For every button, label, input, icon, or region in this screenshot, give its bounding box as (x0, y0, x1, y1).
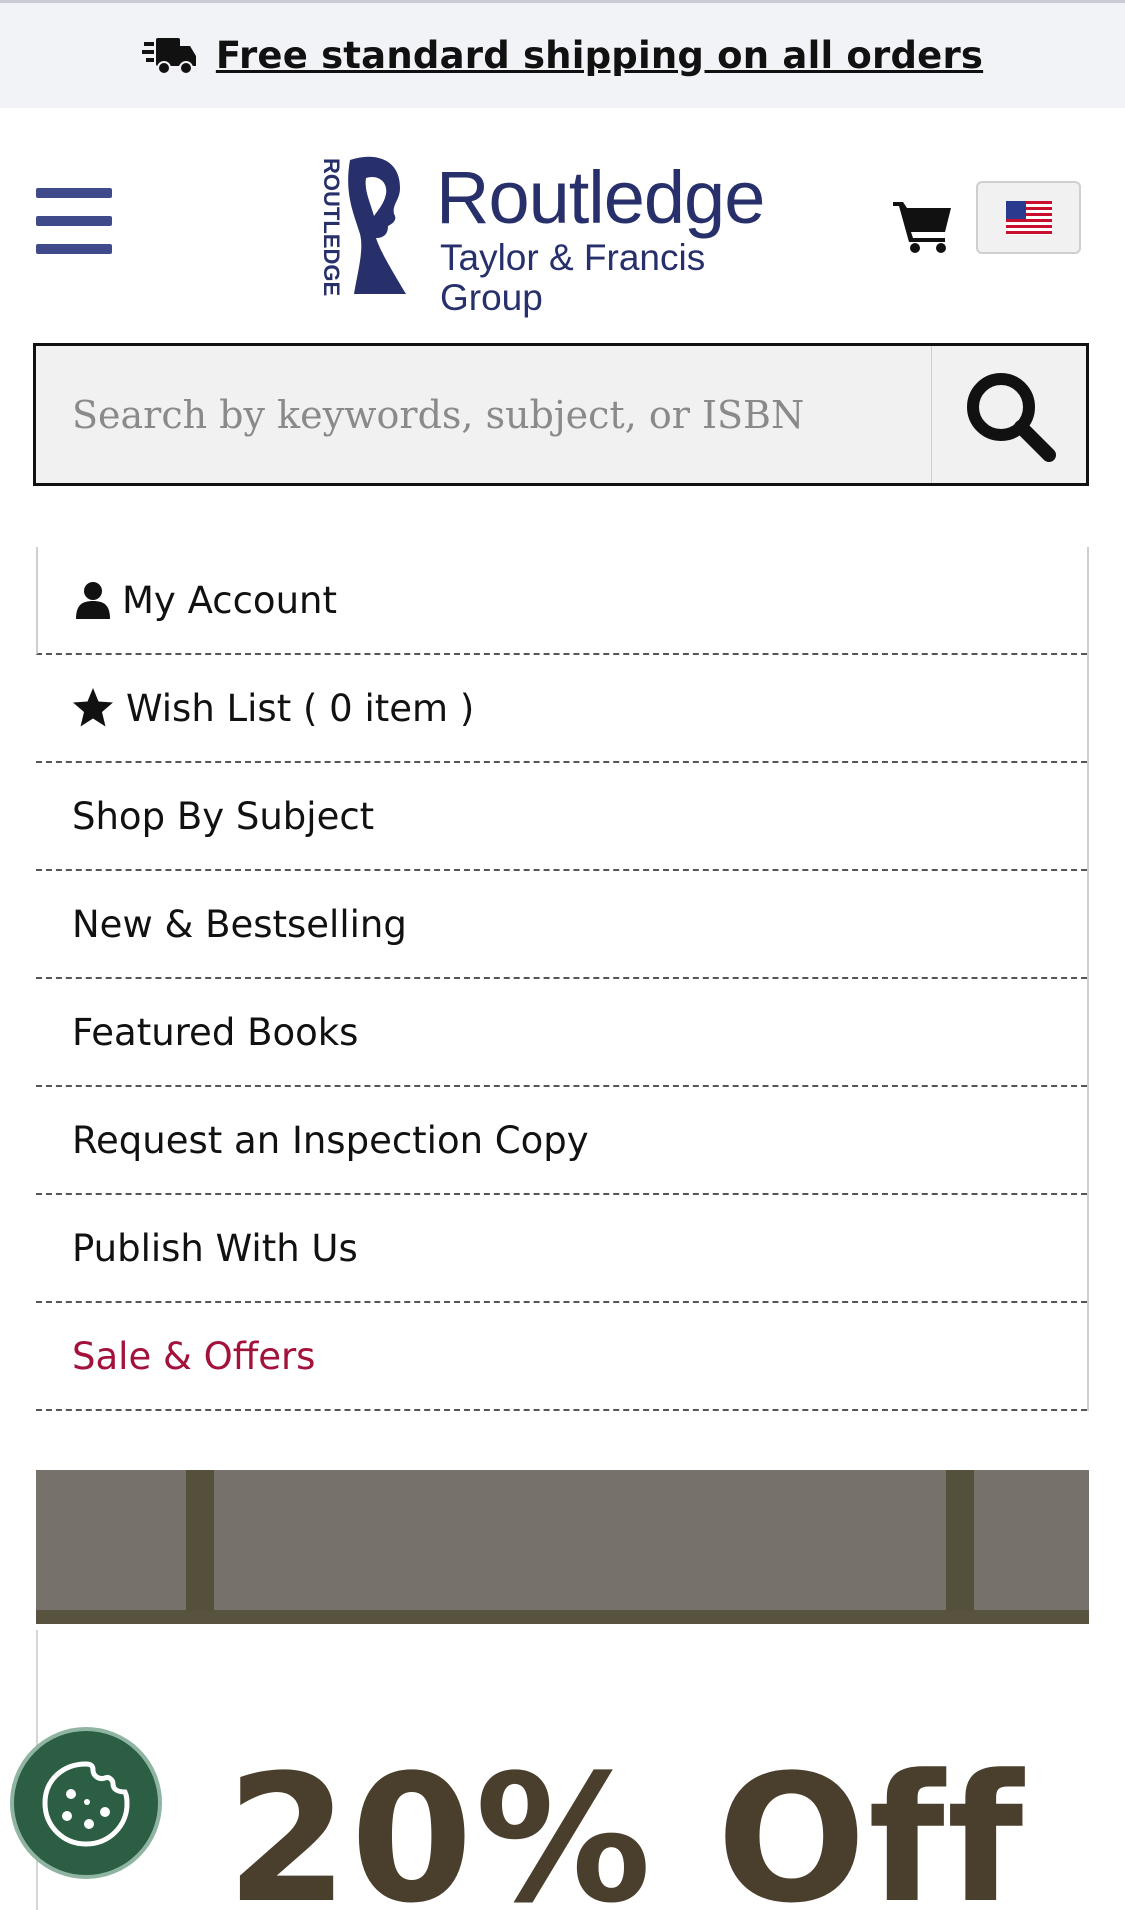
menu-item-label: Featured Books (72, 1010, 359, 1054)
search-input[interactable] (36, 346, 931, 483)
menu-item-inspection-copy[interactable]: Request an Inspection Copy (36, 1087, 1087, 1195)
menu-item-label: Request an Inspection Copy (72, 1118, 589, 1162)
routledge-head-mark: ROUTLEDGE (319, 156, 406, 296)
shipping-truck-icon (141, 37, 196, 75)
search-bar (33, 343, 1089, 486)
menu-item-featured-books[interactable]: Featured Books (36, 979, 1087, 1087)
region-selector-button[interactable] (976, 181, 1081, 254)
menu-item-label: Sale & Offers (72, 1334, 316, 1378)
site-header: ROUTLEDGE Routledge Taylor & Francis Gro… (0, 108, 1125, 338)
cookie-settings-button[interactable] (10, 1727, 162, 1879)
logo-wordmark: Routledge Taylor & Francis Group (436, 158, 814, 318)
search-button[interactable] (931, 346, 1086, 483)
banner-photo (36, 1470, 1089, 1624)
logo-subtitle: Taylor & Francis Group (440, 237, 706, 318)
us-flag-icon (1005, 200, 1052, 235)
hamburger-menu-icon[interactable] (36, 188, 112, 254)
menu-item-new-bestselling[interactable]: New & Bestselling (36, 871, 1087, 979)
star-icon (72, 688, 114, 728)
menu-item-label: Wish List ( 0 item ) (126, 686, 475, 730)
free-shipping-link[interactable]: Free standard shipping on all orders (216, 34, 983, 77)
search-icon (967, 372, 1056, 462)
shipping-promo-bar: Free standard shipping on all orders (0, 0, 1125, 108)
logo-brand: Routledge (436, 156, 765, 239)
menu-item-label: Shop By Subject (72, 794, 375, 838)
svg-text:ROUTLEDGE: ROUTLEDGE (319, 158, 344, 296)
mobile-nav-menu: My Account Wish List ( 0 item ) Shop By … (36, 547, 1089, 1411)
menu-item-shop-by-subject[interactable]: Shop By Subject (36, 763, 1087, 871)
menu-item-label: New & Bestselling (72, 902, 407, 946)
menu-item-my-account[interactable]: My Account (36, 547, 1087, 655)
menu-item-label: Publish With Us (72, 1226, 358, 1270)
menu-item-label: My Account (122, 578, 337, 622)
shopping-cart-icon[interactable] (893, 198, 953, 254)
routledge-logo[interactable]: ROUTLEDGE Routledge Taylor & Francis Gro… (314, 154, 814, 318)
menu-item-publish-with-us[interactable]: Publish With Us (36, 1195, 1087, 1303)
menu-item-wish-list[interactable]: Wish List ( 0 item ) (36, 655, 1087, 763)
banner-headline: 20% Off (226, 1737, 1026, 1910)
sale-banner[interactable]: 20% Off (36, 1470, 1089, 1910)
menu-item-sale-offers[interactable]: Sale & Offers (36, 1303, 1087, 1411)
cookie-icon (42, 1761, 130, 1847)
user-icon (76, 581, 110, 619)
